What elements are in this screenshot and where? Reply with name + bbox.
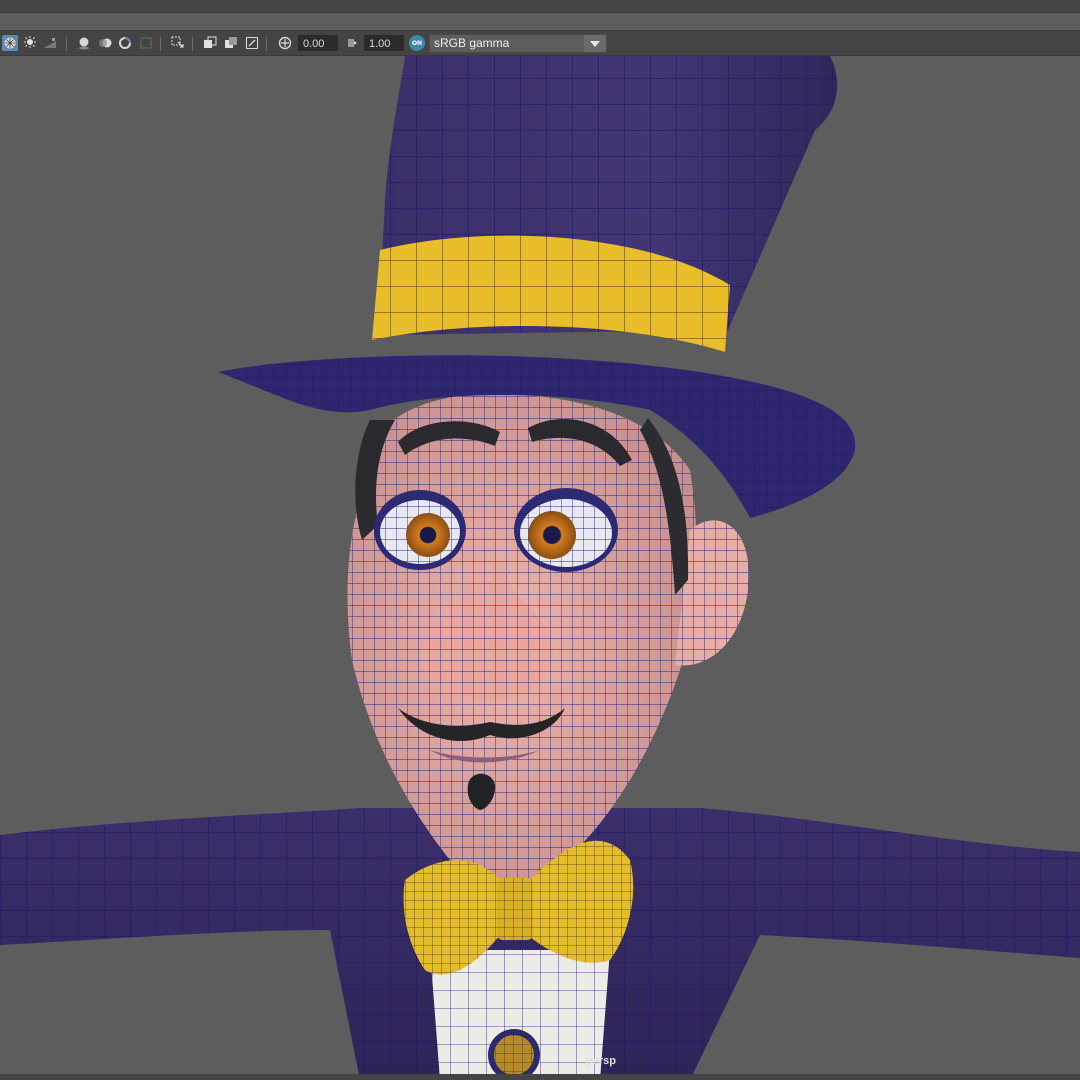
anti-aliasing-button[interactable] xyxy=(117,35,133,51)
shadows-icon xyxy=(44,38,56,48)
viewport-toolbar: 0.00 1.00 ON sRGB gamma xyxy=(0,30,1080,56)
exposure-button[interactable] xyxy=(277,35,293,51)
viewport-bottom-border xyxy=(0,1074,1080,1080)
panel-menu-strip xyxy=(0,0,1080,13)
toolbar-separator xyxy=(66,37,67,51)
ambient-occlusion-icon xyxy=(79,37,89,50)
xray-active-components-button[interactable] xyxy=(223,35,239,51)
xray-joints-icon xyxy=(246,37,258,49)
wireframe-on-shaded-button[interactable] xyxy=(2,35,18,51)
toolbar-separator xyxy=(160,37,161,51)
view-transform-dropdown[interactable]: sRGB gamma xyxy=(429,34,607,53)
dropdown-arrow-icon xyxy=(584,35,606,52)
motion-blur-icon xyxy=(99,38,112,48)
xray-icon xyxy=(204,36,217,48)
anti-aliasing-icon xyxy=(119,37,131,49)
depth-of-field-icon xyxy=(140,37,152,49)
maya-viewport-window: 0.00 1.00 ON sRGB gamma persp xyxy=(0,0,1080,1080)
toolbar-separator xyxy=(266,37,267,51)
toolbar-separator xyxy=(192,37,193,51)
xray-joints-button[interactable] xyxy=(244,35,260,51)
isolate-select-button[interactable] xyxy=(170,35,186,51)
motion-blur-button[interactable] xyxy=(97,35,113,51)
gamma-icon xyxy=(348,39,357,47)
xray-active-components-icon xyxy=(225,37,237,48)
lights-button[interactable] xyxy=(22,35,38,51)
color-management-toggle[interactable]: ON xyxy=(409,35,425,51)
ambient-occlusion-button[interactable] xyxy=(76,35,92,51)
wireframe-on-shaded-icon xyxy=(4,37,16,49)
depth-of-field-button[interactable] xyxy=(138,35,154,51)
gamma-button[interactable] xyxy=(344,35,360,51)
exposure-icon xyxy=(278,36,292,50)
gamma-field[interactable]: 1.00 xyxy=(364,35,404,51)
color-management-icon: ON xyxy=(411,39,423,47)
character-model xyxy=(0,56,1080,1074)
lights-icon xyxy=(24,36,36,48)
exposure-field[interactable]: 0.00 xyxy=(298,35,338,51)
view-transform-value: sRGB gamma xyxy=(434,36,510,50)
perspective-viewport[interactable] xyxy=(0,56,1080,1074)
camera-name-label: persp xyxy=(586,1055,616,1067)
isolate-select-icon xyxy=(171,36,184,48)
shadows-button[interactable] xyxy=(42,35,58,51)
xray-button[interactable] xyxy=(202,35,218,51)
